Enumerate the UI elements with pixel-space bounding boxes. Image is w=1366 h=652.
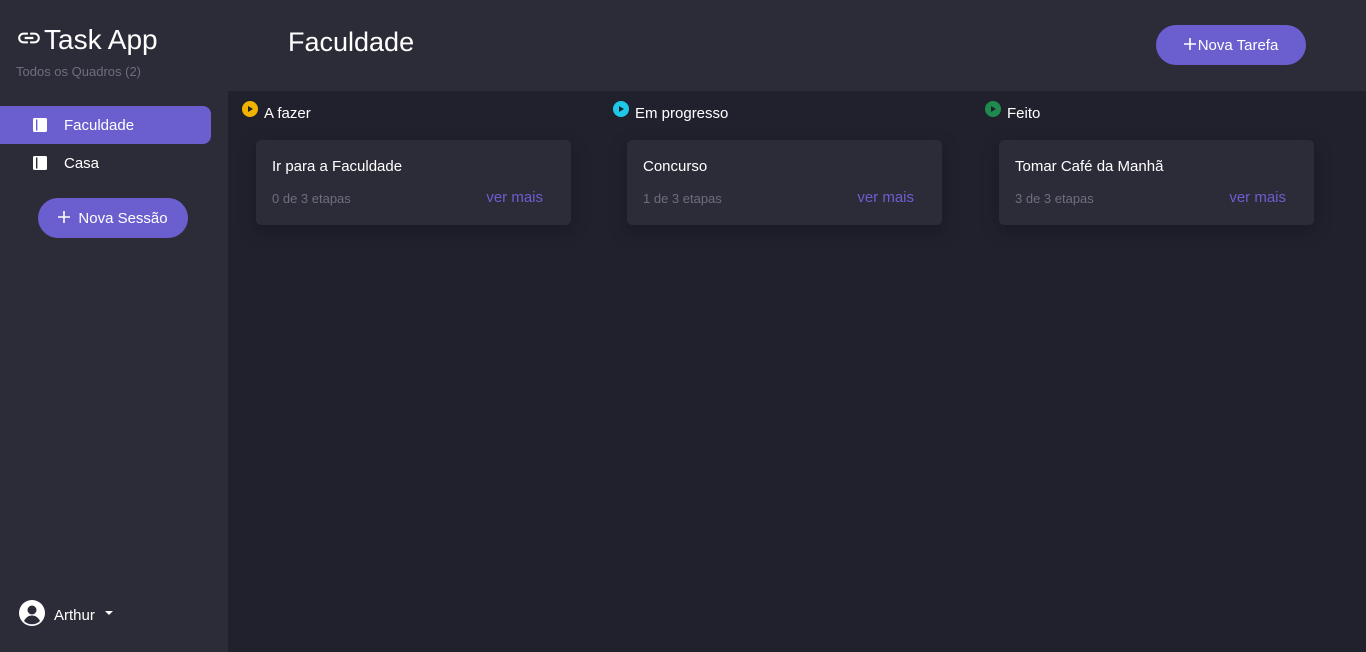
account-circle-icon — [18, 599, 46, 631]
link-icon — [16, 25, 42, 56]
task-steps: 3 de 3 etapas — [1015, 191, 1094, 206]
new-session-button[interactable]: Nova Sessão — [38, 198, 188, 238]
column-title: Feito — [1007, 105, 1041, 122]
task-title: Tomar Café da Manhã — [1015, 158, 1164, 175]
task-card[interactable]: Concurso 1 de 3 etapas ver mais — [627, 140, 942, 225]
column-header: A fazer — [242, 101, 311, 122]
book-icon — [32, 155, 48, 171]
page-title: Faculdade — [288, 27, 415, 57]
book-icon — [32, 117, 48, 133]
new-task-button[interactable]: Nova Tarefa — [1156, 25, 1306, 65]
see-more-link[interactable]: ver mais — [857, 189, 914, 206]
sidebar: Task App Todos os Quadros (2) Faculdade … — [0, 0, 228, 652]
play-status-icon — [242, 101, 258, 117]
task-title: Ir para a Faculdade — [272, 158, 403, 175]
sidebar-item-label: Faculdade — [64, 116, 135, 134]
sidebar-item-faculdade[interactable]: Faculdade — [0, 106, 211, 144]
see-more-link[interactable]: ver mais — [1229, 189, 1286, 206]
new-task-label: Nova Tarefa — [1197, 36, 1279, 54]
plus-icon — [58, 210, 71, 227]
column-header: Em progresso — [613, 101, 728, 122]
task-card[interactable]: Ir para a Faculdade 0 de 3 etapas ver ma… — [256, 140, 571, 225]
task-steps: 0 de 3 etapas — [272, 191, 351, 206]
user-name: Arthur — [54, 606, 95, 624]
see-more-link[interactable]: ver mais — [486, 189, 543, 206]
task-card[interactable]: Tomar Café da Manhã 3 de 3 etapas ver ma… — [999, 140, 1314, 225]
column-header: Feito — [985, 101, 1040, 122]
sidebar-nav: Faculdade Casa — [0, 106, 211, 182]
brand: Task App — [16, 24, 158, 56]
app-title: Task App — [44, 24, 158, 55]
column-title: A fazer — [264, 105, 311, 122]
user-menu[interactable]: Arthur — [18, 599, 113, 631]
column-title: Em progresso — [635, 105, 729, 122]
boards-count: Todos os Quadros (2) — [16, 64, 142, 79]
task-steps: 1 de 3 etapas — [643, 191, 722, 206]
task-title: Concurso — [643, 158, 708, 175]
main-content: Faculdade Nova Tarefa A fazer Ir para a … — [228, 0, 1366, 652]
board-header: Faculdade Nova Tarefa — [228, 0, 1366, 91]
plus-icon — [1183, 37, 1196, 54]
app-root: Task App Todos os Quadros (2) Faculdade … — [0, 0, 1366, 652]
play-status-icon — [985, 101, 1001, 117]
play-status-icon — [613, 101, 629, 117]
caret-down-icon — [104, 611, 113, 615]
sidebar-item-label: Casa — [64, 154, 100, 172]
sidebar-item-casa[interactable]: Casa — [0, 144, 211, 182]
new-session-label: Nova Sessão — [78, 209, 168, 227]
